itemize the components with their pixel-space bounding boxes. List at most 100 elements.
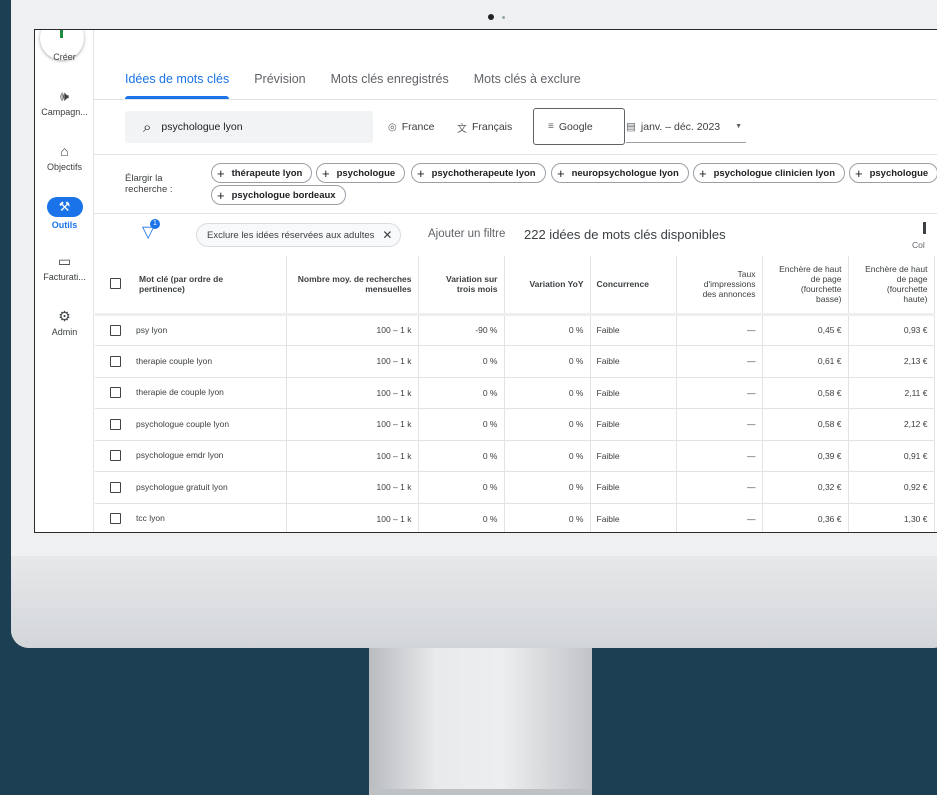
cell-avg: 100 – 1 k xyxy=(286,408,419,441)
table-row[interactable]: psychologue couple lyon 100 – 1 k 0 % 0 % Fa… xyxy=(95,408,935,441)
cell-impr: — xyxy=(676,408,763,441)
broaden-chip[interactable]: + neuropsychologue lyon xyxy=(551,163,689,183)
cell-high: 2,11 € xyxy=(848,377,935,409)
row-checkbox[interactable] xyxy=(110,387,121,399)
cell-avg: 100 – 1 k xyxy=(286,312,419,346)
row-checkbox[interactable] xyxy=(110,324,121,336)
cell-yoy: 0 % xyxy=(504,408,591,441)
cell-impr: — xyxy=(676,471,763,504)
row-checkbox[interactable] xyxy=(110,450,121,462)
broaden-chip[interactable]: + psychologue clinicien lyon xyxy=(693,163,846,183)
cell-kw: psychologue couple lyon xyxy=(95,408,287,441)
cell-kw: psychologue emdr lyon xyxy=(95,440,287,472)
search-input[interactable]: ⌕ psychologue lyon xyxy=(125,111,373,143)
cell-value: — xyxy=(747,387,756,398)
table-row[interactable]: therapie de couple lyon 100 – 1 k 0 % 0 % Fa… xyxy=(95,377,935,409)
rail-item-campaigns[interactable]: 🕪︎ Campagn... xyxy=(35,88,94,117)
table-row[interactable]: therapie couple lyon 100 – 1 k 0 % 0 % Faibl… xyxy=(95,345,935,378)
row-checkbox[interactable] xyxy=(110,513,121,525)
trophy-icon: ⌂ xyxy=(60,143,69,159)
header-avg-monthly-searches[interactable]: Nombre moy. de recherches mensuelles xyxy=(286,256,419,315)
cell-value: Faible xyxy=(596,325,620,336)
row-checkbox[interactable] xyxy=(110,481,121,493)
language-filter[interactable]: 文 Français xyxy=(457,111,512,143)
header-top-bid-low[interactable]: Enchère de haut de page (fourchette basse) xyxy=(762,256,849,315)
exclude-adult-filter-chip[interactable]: Exclure les idées réservées aux adultes … xyxy=(196,223,402,247)
cell-high: 0,91 € xyxy=(848,440,935,472)
broaden-chip[interactable]: + psychologue bordeaux xyxy=(211,185,346,205)
add-filter-button[interactable]: Ajouter un filtre xyxy=(428,228,505,240)
columns-label[interactable]: Col xyxy=(912,240,925,250)
main-content: Idées de mots clés Prévision Mots clés e… xyxy=(94,30,937,532)
cell-comp: Faible xyxy=(590,408,677,441)
cell-value: — xyxy=(747,482,756,493)
rail-item-admin[interactable]: ⚙ Admin xyxy=(35,308,94,337)
tab-saved-keywords[interactable]: Mots clés enregistrés xyxy=(331,72,449,99)
select-all-checkbox[interactable] xyxy=(110,278,121,290)
table-row[interactable]: psychologue gratuit lyon 100 – 1 k 0 % 0 % F… xyxy=(95,471,935,504)
broaden-chip[interactable]: + psychologue xyxy=(849,163,937,183)
cell-yoy: 0 % xyxy=(504,503,591,532)
cell-high: 1,30 € xyxy=(848,503,935,532)
cell-value: 0,45 € xyxy=(817,325,842,336)
cell-value: 2,13 € xyxy=(903,356,928,367)
tab-keyword-ideas[interactable]: Idées de mots clés xyxy=(125,72,230,99)
cell-value: Faible xyxy=(596,482,620,493)
cell-value: 0 % xyxy=(482,419,498,430)
create-label: Créer xyxy=(53,52,76,62)
cell-value: 0,58 € xyxy=(817,387,842,398)
date-range-select[interactable]: ▤ janv. – déc. 2023 ▼ xyxy=(626,111,746,143)
close-icon[interactable]: ✕ xyxy=(382,228,392,242)
broaden-chip[interactable]: + psychotherapeute lyon xyxy=(411,163,546,183)
rail-item-goals[interactable]: ⌂ Objectifs xyxy=(35,143,94,172)
cell-value: 2,11 € xyxy=(904,387,928,398)
cell-low: 0,39 € xyxy=(762,440,849,472)
header-keyword[interactable]: Mot clé (par ordre de pertinence) xyxy=(95,256,287,315)
cell-value: 0,58 € xyxy=(817,419,842,430)
cell-value: 1,30 € xyxy=(903,513,928,524)
cell-value: 0 % xyxy=(482,387,498,398)
row-checkbox[interactable] xyxy=(110,418,121,430)
tabs-divider xyxy=(94,99,937,100)
plus-icon xyxy=(60,30,63,38)
broaden-chip[interactable]: + thérapeute lyon xyxy=(211,163,313,183)
tools-icon: ⚒ xyxy=(46,197,83,217)
chevron-down-icon: ▼ xyxy=(735,123,742,130)
columns-icon[interactable] xyxy=(923,222,926,234)
network-filter[interactable]: ≡ Google xyxy=(533,108,625,145)
rail-item-billing[interactable]: ▭ Facturati... xyxy=(35,253,94,282)
monitor-chin xyxy=(11,556,937,648)
filter-funnel-button[interactable]: ▽ 1 xyxy=(142,219,160,241)
cell-three: 0 % xyxy=(418,345,505,378)
header-top-bid-high[interactable]: Enchère de haut de page (fourchette haute) xyxy=(848,256,935,315)
header-competition[interactable]: Concurrence xyxy=(590,256,677,315)
broaden-chip[interactable]: + psychologue xyxy=(316,163,406,183)
cell-impr: — xyxy=(676,345,763,378)
table-row[interactable]: psychologue emdr lyon 100 – 1 k 0 % 0 % Faib… xyxy=(95,440,935,472)
cell-three: -90 % xyxy=(418,312,505,346)
header-ad-impression-share[interactable]: Taux d'impressions des annonces xyxy=(676,256,763,315)
header-three-month-change[interactable]: Variation sur trois mois xyxy=(418,256,505,315)
location-filter[interactable]: ◎ France xyxy=(388,111,434,143)
search-value: psychologue lyon xyxy=(161,121,243,133)
cell-kw: tcc lyon xyxy=(95,503,287,532)
rail-item-tools[interactable]: ⚒ Outils xyxy=(35,197,94,230)
cell-value: — xyxy=(747,356,756,367)
header-yoy-change[interactable]: Variation YoY xyxy=(504,256,591,315)
cell-impr: — xyxy=(676,377,763,409)
broaden-divider xyxy=(94,213,937,214)
cell-value: 100 – 1 k xyxy=(376,419,412,430)
cell-value: 2,12 € xyxy=(903,419,928,430)
broaden-search-label: Élargir la recherche : xyxy=(125,173,173,195)
row-checkbox[interactable] xyxy=(110,355,121,367)
tab-negative-keywords[interactable]: Mots clés à exclure xyxy=(474,72,581,99)
table-row[interactable]: tcc lyon 100 – 1 k 0 % 0 % Faible — 0,36 € 1,30… xyxy=(95,503,935,532)
cell-value: therapie de couple lyon xyxy=(136,387,224,398)
plus-icon: + xyxy=(699,165,707,181)
cell-high: 2,13 € xyxy=(848,345,935,378)
tab-forecast[interactable]: Prévision xyxy=(254,72,305,99)
camera-sensor xyxy=(502,16,505,19)
cell-avg: 100 – 1 k xyxy=(286,345,419,378)
cell-impr: — xyxy=(676,312,763,346)
table-row[interactable]: psy lyon 100 – 1 k -90 % 0 % Faible — 0,45 € 0,… xyxy=(95,312,935,346)
